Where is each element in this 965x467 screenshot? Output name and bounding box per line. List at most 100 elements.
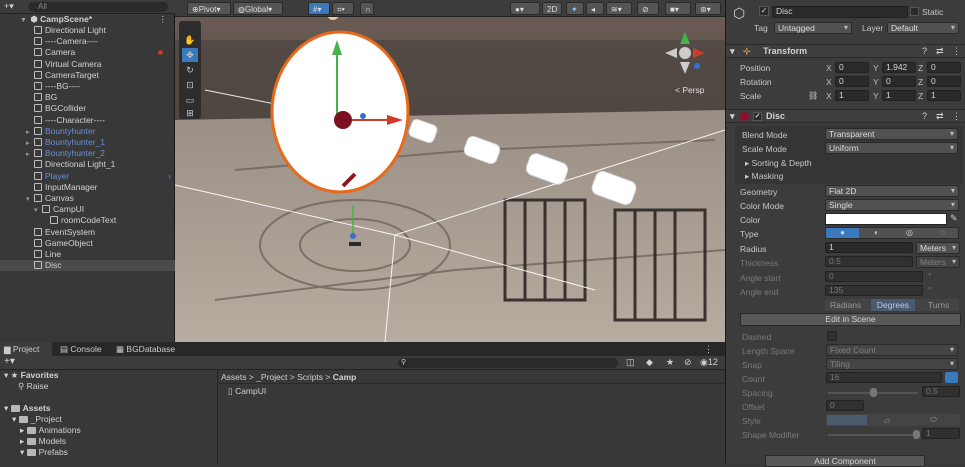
add-button[interactable]: +▾ <box>4 1 14 12</box>
global-dropdown[interactable]: ◍Global▾ <box>233 2 283 15</box>
angle-start-field[interactable]: 0 <box>825 271 923 282</box>
presets-icon[interactable]: ⇄ <box>936 110 944 123</box>
scale-y-field[interactable]: 1 <box>882 90 916 101</box>
visibility-count[interactable]: ◉12 <box>700 357 718 368</box>
hierarchy-item[interactable]: ----BG---- <box>0 81 175 92</box>
gizmos-dropdown[interactable]: ⊛▾ <box>695 2 721 15</box>
hidden-objects-toggle[interactable]: ⊘ <box>637 2 659 15</box>
hand-tool-icon[interactable]: ✋ <box>182 33 198 47</box>
audio-toggle[interactable]: ◂ <box>586 2 604 15</box>
hierarchy-item[interactable]: Disc <box>0 260 175 272</box>
rotation-x-field[interactable]: 0 <box>835 76 869 87</box>
type-pie-icon[interactable]: ◐ <box>861 228 892 238</box>
hierarchy-item[interactable]: Player › <box>0 171 175 182</box>
active-checkbox[interactable]: ✓ <box>759 6 769 16</box>
shape-modifier-slider[interactable] <box>828 434 918 436</box>
hierarchy-item[interactable]: ▸ Bountyhunter_2 <box>0 148 175 159</box>
rotation-z-field[interactable]: 0 <box>927 76 961 87</box>
sorting-depth-foldout[interactable]: ▸ Sorting & Depth <box>745 158 812 169</box>
snap-dropdown[interactable]: Tiling <box>826 358 958 370</box>
hierarchy-item[interactable]: ▸ Bountyhunter_1 <box>0 137 175 148</box>
degrees-button[interactable]: Degrees <box>871 299 915 311</box>
spacing-slider-handle[interactable] <box>870 388 877 397</box>
help-icon[interactable]: ? <box>922 45 927 58</box>
tab-project[interactable]: ▆ Project <box>0 342 52 356</box>
count-field[interactable]: 16 <box>826 372 942 383</box>
scale-tool-icon[interactable]: ⊡ <box>182 78 198 92</box>
hierarchy-item[interactable]: CameraTarget <box>0 70 175 81</box>
radius-unit-dropdown[interactable]: Meters <box>916 242 960 254</box>
kebab-menu-icon[interactable]: ⋮ <box>159 14 168 25</box>
breadcrumb-item[interactable]: Assets <box>221 372 247 382</box>
hierarchy-item[interactable]: Directional Light <box>0 25 175 36</box>
constrain-proportions-icon[interactable]: ⛓ <box>808 91 818 100</box>
tab-bgdatabase[interactable]: ▦ BGDatabase <box>112 342 192 356</box>
hierarchy-item[interactable]: Directional Light_1 <box>0 159 175 170</box>
favorite-item[interactable]: ⚲ Raise <box>18 381 48 392</box>
shape-modifier-field[interactable]: 1 <box>922 428 960 439</box>
component-menu-icon[interactable]: ⋮ <box>952 45 961 58</box>
hierarchy-item[interactable]: ----Camera---- <box>0 36 175 47</box>
panel-menu-icon[interactable]: ⋮ <box>704 344 713 355</box>
thickness-field[interactable]: 0.5 <box>825 256 913 267</box>
layer-dropdown[interactable]: Default <box>887 22 959 34</box>
scale-x-field[interactable]: 1 <box>835 90 869 101</box>
tree-item[interactable]: ▸ Models <box>20 436 66 447</box>
style-basic-icon[interactable] <box>827 415 867 425</box>
color-mode-dropdown[interactable]: Single <box>825 199 959 211</box>
thickness-unit-dropdown[interactable]: Meters <box>916 256 960 268</box>
hierarchy-item[interactable]: ----Character---- <box>0 115 175 126</box>
hierarchy-item[interactable]: Camera ■ <box>0 47 175 58</box>
chevron-right-icon[interactable]: › <box>168 171 171 182</box>
position-y-field[interactable]: 1.942 <box>882 62 916 73</box>
style-rounded-icon[interactable]: ⬭ <box>930 415 937 425</box>
hierarchy-item[interactable]: roomCodeText <box>0 215 175 226</box>
lighting-toggle[interactable]: ✦ <box>566 2 584 15</box>
pivot-dropdown[interactable]: ⊕Pivot▾ <box>187 2 231 15</box>
geometry-dropdown[interactable]: Flat 2D <box>825 185 959 197</box>
component-menu-icon[interactable]: ⋮ <box>952 110 961 123</box>
filter-label-icon[interactable]: ◆ <box>646 357 653 368</box>
rect-tool-icon[interactable]: ▭ <box>182 93 198 107</box>
hierarchy-item[interactable]: ▾ CampUI <box>0 204 175 215</box>
scene-view[interactable]: < Persp <box>175 0 725 342</box>
position-z-field[interactable]: 0 <box>927 62 961 73</box>
persp-label[interactable]: < Persp <box>675 85 705 95</box>
tab-console[interactable]: ▤ Console <box>56 342 108 356</box>
tag-dropdown[interactable]: Untagged <box>774 22 852 34</box>
favorites-row[interactable]: ▾ ★ Favorites <box>4 370 58 381</box>
scale-z-field[interactable]: 1 <box>927 90 961 101</box>
turns-button[interactable]: Turns <box>928 300 949 310</box>
rotation-y-field[interactable]: 0 <box>882 76 916 87</box>
custom-tool-icon[interactable]: ⊞ <box>182 106 198 120</box>
radians-button[interactable]: Radians <box>830 300 861 310</box>
shape-modifier-handle[interactable] <box>913 430 920 439</box>
tree-item[interactable]: ▾ Prefabs <box>20 447 68 458</box>
object-name-field[interactable]: Disc <box>772 6 908 18</box>
hierarchy-item[interactable]: EventSystem <box>0 227 175 238</box>
favorite-star-icon[interactable]: ★ <box>666 357 674 368</box>
grid-snap-button[interactable]: #▾ <box>308 2 330 15</box>
radius-field[interactable]: 1 <box>825 242 913 253</box>
style-angled-icon[interactable]: ▱ <box>884 416 890 425</box>
count-stepper-button[interactable] <box>945 372 958 383</box>
scene-root-row[interactable]: ▼ ⬢ CampScene* ⋮ <box>0 14 175 25</box>
type-arc-icon[interactable]: ◌ <box>927 228 958 238</box>
hierarchy-item[interactable]: ▾ Canvas <box>0 193 175 204</box>
tree-item[interactable]: ▾ _Project <box>12 414 62 425</box>
hidden-packages-icon[interactable]: ⊘ <box>684 357 692 368</box>
snap-increment-button[interactable]: ⌗▾ <box>332 2 354 15</box>
filter-type-icon[interactable]: ◫ <box>626 357 635 368</box>
disc-component-header[interactable]: ▾ ✓ Disc ? ⇄ ⋮ <box>726 109 965 123</box>
angle-end-field[interactable]: 135 <box>825 285 923 296</box>
breadcrumb-item[interactable]: Camp <box>333 372 357 382</box>
scale-mode-dropdown[interactable]: Uniform <box>825 142 958 154</box>
offset-field[interactable]: 0 <box>826 400 864 411</box>
spacing-field[interactable]: 0.5 <box>922 386 960 397</box>
project-search-input[interactable]: ⚲ <box>398 358 618 368</box>
masking-foldout[interactable]: ▸ Masking <box>745 171 783 182</box>
length-space-dropdown[interactable]: Fixed Count <box>826 344 958 356</box>
create-button[interactable]: +▾ <box>4 356 15 367</box>
camera-settings-dropdown[interactable]: ■▾ <box>665 2 691 15</box>
foldout-arrow-icon[interactable]: ▾ <box>730 111 735 121</box>
